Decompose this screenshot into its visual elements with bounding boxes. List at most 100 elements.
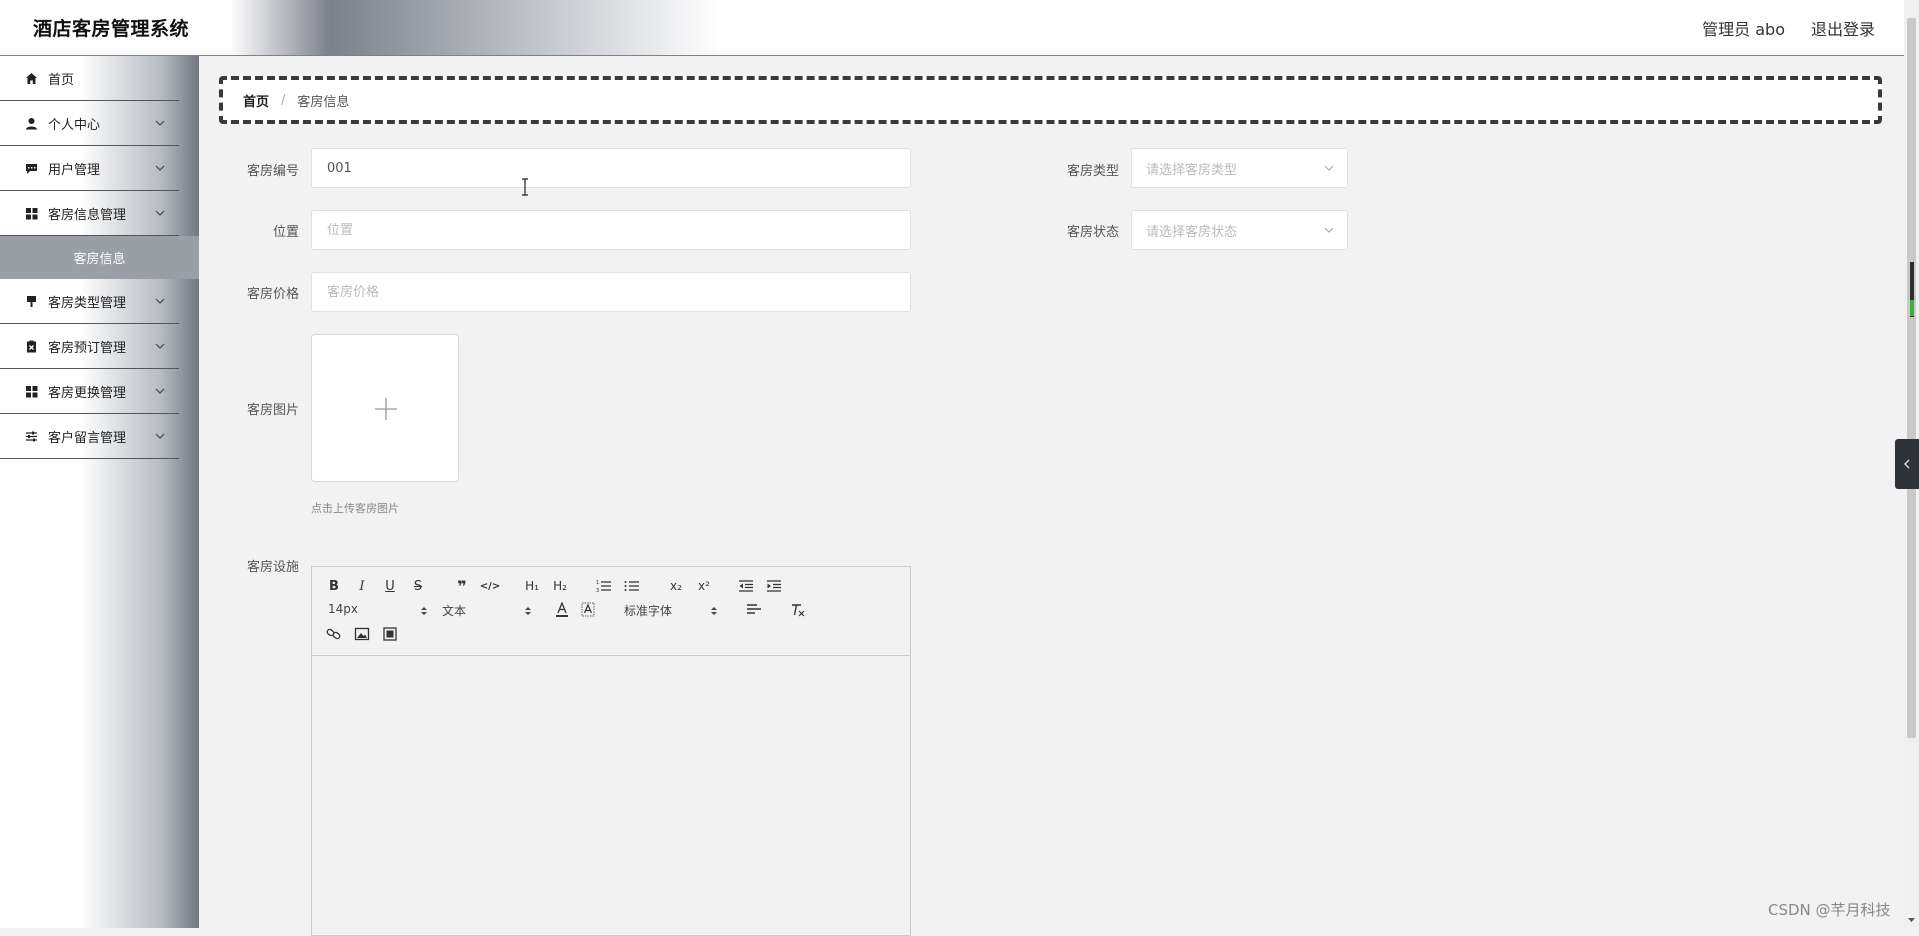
bullet-list-icon [624,581,639,591]
font-family-value: 标准字体 [624,604,673,618]
sidebar-item-message-management[interactable]: 客户留言管理 [0,414,179,459]
subscript-button[interactable]: x₂ [666,577,686,595]
location-label: 位置 [272,225,299,240]
grid-icon [24,206,38,220]
sidebar-item-room-change-management[interactable]: 客房更换管理 [0,369,179,414]
image-icon [354,627,370,641]
brush-icon [24,294,38,308]
room-status-select[interactable]: 请选择客房状态 [1131,210,1348,250]
text-cursor-icon [522,178,528,196]
bold-button[interactable]: B [324,577,344,595]
image-label: 客房图片 [246,403,299,418]
editor-content-area[interactable] [312,657,910,935]
align-button[interactable] [744,601,764,619]
sidebar-item-label: 客房预订管理 [48,340,127,356]
sidebar-item-booking-management[interactable]: 客房预订管理 [0,324,179,369]
header-select[interactable]: 文本 [442,602,532,620]
logout-link[interactable]: 退出登录 [1811,16,1875,40]
breadcrumb: 首页 / 客房信息 [219,76,1882,124]
location-input[interactable] [311,210,911,250]
room-number-input[interactable] [311,148,911,188]
room-status-label: 客房状态 [1066,225,1119,240]
sidebar-item-label: 客房信息管理 [48,207,127,223]
ordered-list-icon: 13 [596,580,611,593]
select-arrows-icon [711,607,717,615]
sidebar-item-label: 首页 [48,72,75,88]
app-title: 酒店客房管理系统 [33,18,190,40]
strike-button[interactable]: S [408,577,428,595]
room-number-label: 客房编号 [246,164,299,179]
font-color-button[interactable] [552,601,572,619]
user-info: 管理员 abo [1702,20,1785,39]
price-label: 客房价格 [246,287,299,302]
svg-text:1: 1 [596,580,599,586]
chevron-down-icon [155,165,165,171]
superscript-button[interactable]: x² [694,577,714,595]
video-icon [383,627,397,641]
clear-format-button[interactable] [788,601,808,619]
breadcrumb-home[interactable]: 首页 [243,91,269,110]
side-panel-toggle[interactable] [1895,439,1919,489]
top-header: 酒店客房管理系统 管理员 abo 退出登录 [0,0,1919,56]
font-size-value: 14px [328,602,358,616]
bullet-list-button[interactable] [622,577,642,595]
room-status-placeholder: 请选择客房状态 [1146,224,1238,240]
sidebar-item-label: 客房类型管理 [48,295,127,311]
align-left-icon [747,604,761,614]
outdent-icon [739,580,753,592]
image-button[interactable] [352,625,372,643]
chat-icon [24,161,38,175]
facilities-editor: B I U S ❞ </> H₁ H₂ 13 x₂ x² 14px 文本 标准字… [311,566,911,936]
underline-button[interactable]: U [380,577,400,595]
grid-icon [24,384,38,398]
image-upload-button[interactable] [311,334,459,482]
indent-button[interactable] [764,577,784,595]
video-button[interactable] [380,625,400,643]
main-content: 首页 / 客房信息 客房编号 位置 客房价格 客房图片 点击上传客房图片 客房设… [219,56,1882,936]
sidebar-item-label: 客户留言管理 [48,430,127,446]
link-button[interactable] [324,625,344,643]
chevron-down-icon [155,120,165,126]
sidebar-item-user-management[interactable]: 用户管理 [0,146,179,191]
font-family-select[interactable]: 标准字体 [624,602,720,620]
room-type-select[interactable]: 请选择客房类型 [1131,148,1348,188]
outdent-button[interactable] [736,577,756,595]
ordered-list-button[interactable]: 13 [594,577,614,595]
background-color-icon [581,602,595,617]
sidebar-item-room-type-management[interactable]: 客房类型管理 [0,279,179,324]
h1-button[interactable]: H₁ [522,577,542,595]
h2-button[interactable]: H₂ [550,577,570,595]
sidebar: 首页 个人中心 用户管理 客房信息管理 客房信息 客房类型管理 客房预订管理 客… [0,56,199,928]
header-select-value: 文本 [442,604,467,618]
editor-toolbar: B I U S ❞ </> H₁ H₂ 13 x₂ x² 14px 文本 标准字… [312,567,910,656]
scrollbar-thumb[interactable] [1907,18,1916,738]
watermark: CSDN @芊月科技 [1768,901,1891,919]
code-button[interactable]: </> [480,577,500,595]
sidebar-item-room-info-management[interactable]: 客房信息管理 [0,191,179,236]
blockquote-button[interactable]: ❞ [452,577,472,596]
svg-text:3: 3 [596,588,599,593]
chevron-down-icon [155,210,165,216]
sidebar-item-personal-center[interactable]: 个人中心 [0,101,179,146]
facilities-label: 客房设施 [246,560,299,575]
room-type-placeholder: 请选择客房类型 [1146,162,1238,178]
sliders-icon [24,429,38,443]
breadcrumb-current: 客房信息 [297,94,350,110]
link-icon [326,628,341,640]
user-icon [24,116,38,130]
background-color-button[interactable] [578,601,598,619]
chevron-down-icon [155,433,165,439]
clipboard-x-icon [24,339,38,353]
sidebar-subitem-room-info[interactable]: 客房信息 [0,236,199,279]
select-arrows-icon [525,607,531,615]
image-upload-hint: 点击上传客房图片 [311,502,399,515]
font-size-select[interactable]: 14px [328,602,427,620]
chevron-down-icon [155,343,165,349]
price-input[interactable] [311,272,911,312]
sidebar-item-label: 个人中心 [48,117,101,133]
italic-button[interactable]: I [352,577,372,595]
sidebar-item-home[interactable]: 首页 [0,56,179,101]
clear-format-icon [792,604,805,617]
scroll-down-arrow-icon[interactable] [1905,913,1918,926]
breadcrumb-separator: / [281,92,286,108]
